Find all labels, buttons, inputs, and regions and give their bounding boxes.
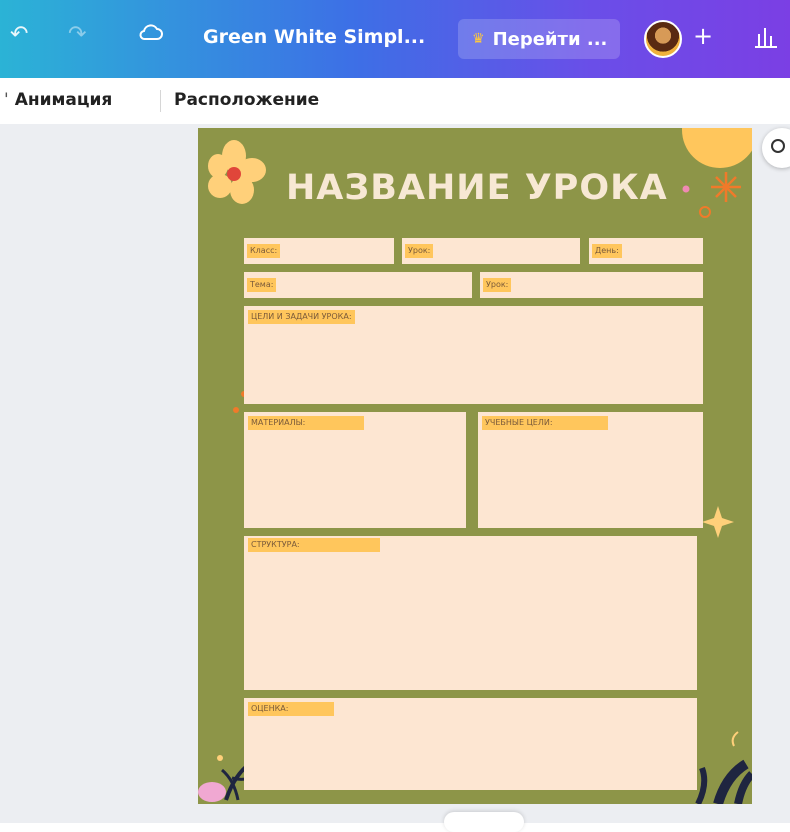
structure-box[interactable]	[244, 536, 697, 690]
menu-item-animation[interactable]: ' Анимация	[4, 90, 112, 110]
level-label: Урок:	[483, 278, 512, 292]
redo-icon[interactable]: ↷	[68, 24, 86, 46]
avatar[interactable]	[644, 20, 682, 58]
page-scroll-handle[interactable]	[444, 812, 524, 832]
lesson-label: Урок:	[405, 244, 434, 258]
crown-icon: ♛	[472, 31, 485, 47]
materials-label: МАТЕРИАЛЫ:	[248, 416, 364, 430]
design-page[interactable]: НАЗВАНИЕ УРОКА Класс: Урок: День: Тема: …	[198, 128, 752, 804]
comment-button[interactable]	[762, 128, 790, 168]
undo-icon[interactable]: ↶	[10, 24, 28, 46]
topic-box[interactable]	[244, 272, 472, 298]
document-title[interactable]: Green White Simpl...	[203, 26, 425, 48]
menu-divider	[160, 90, 161, 112]
goals-label: ЦЕЛИ И ЗАДАЧИ УРОКА:	[248, 310, 355, 324]
page-title[interactable]: НАЗВАНИЕ УРОКА	[286, 168, 667, 208]
level-box[interactable]	[480, 272, 703, 298]
menu-item-label: Анимация	[14, 90, 113, 110]
animation-icon: '	[4, 90, 9, 110]
day-label: День:	[592, 244, 622, 258]
top-toolbar: ↶ ↷ Green White Simpl... ♛ Перейти ... +	[0, 0, 790, 78]
class-label: Класс:	[247, 244, 281, 258]
structure-label: СТРУКТУРА:	[248, 538, 380, 552]
topic-label: Тема:	[247, 278, 277, 292]
chart-icon[interactable]	[752, 22, 790, 56]
cloud-icon[interactable]	[138, 22, 164, 49]
add-collaborator-button[interactable]: +	[693, 22, 713, 50]
upgrade-button[interactable]: ♛ Перейти ...	[458, 19, 620, 59]
comment-icon	[771, 139, 785, 153]
learning-goals-label: УЧЕБНЫЕ ЦЕЛИ:	[482, 416, 608, 430]
upgrade-label: Перейти ...	[492, 28, 608, 50]
secondary-menu: ' Анимация Расположение	[0, 78, 790, 124]
menu-item-position[interactable]: Расположение	[174, 90, 319, 110]
assessment-label: ОЦЕНКА:	[248, 702, 334, 716]
